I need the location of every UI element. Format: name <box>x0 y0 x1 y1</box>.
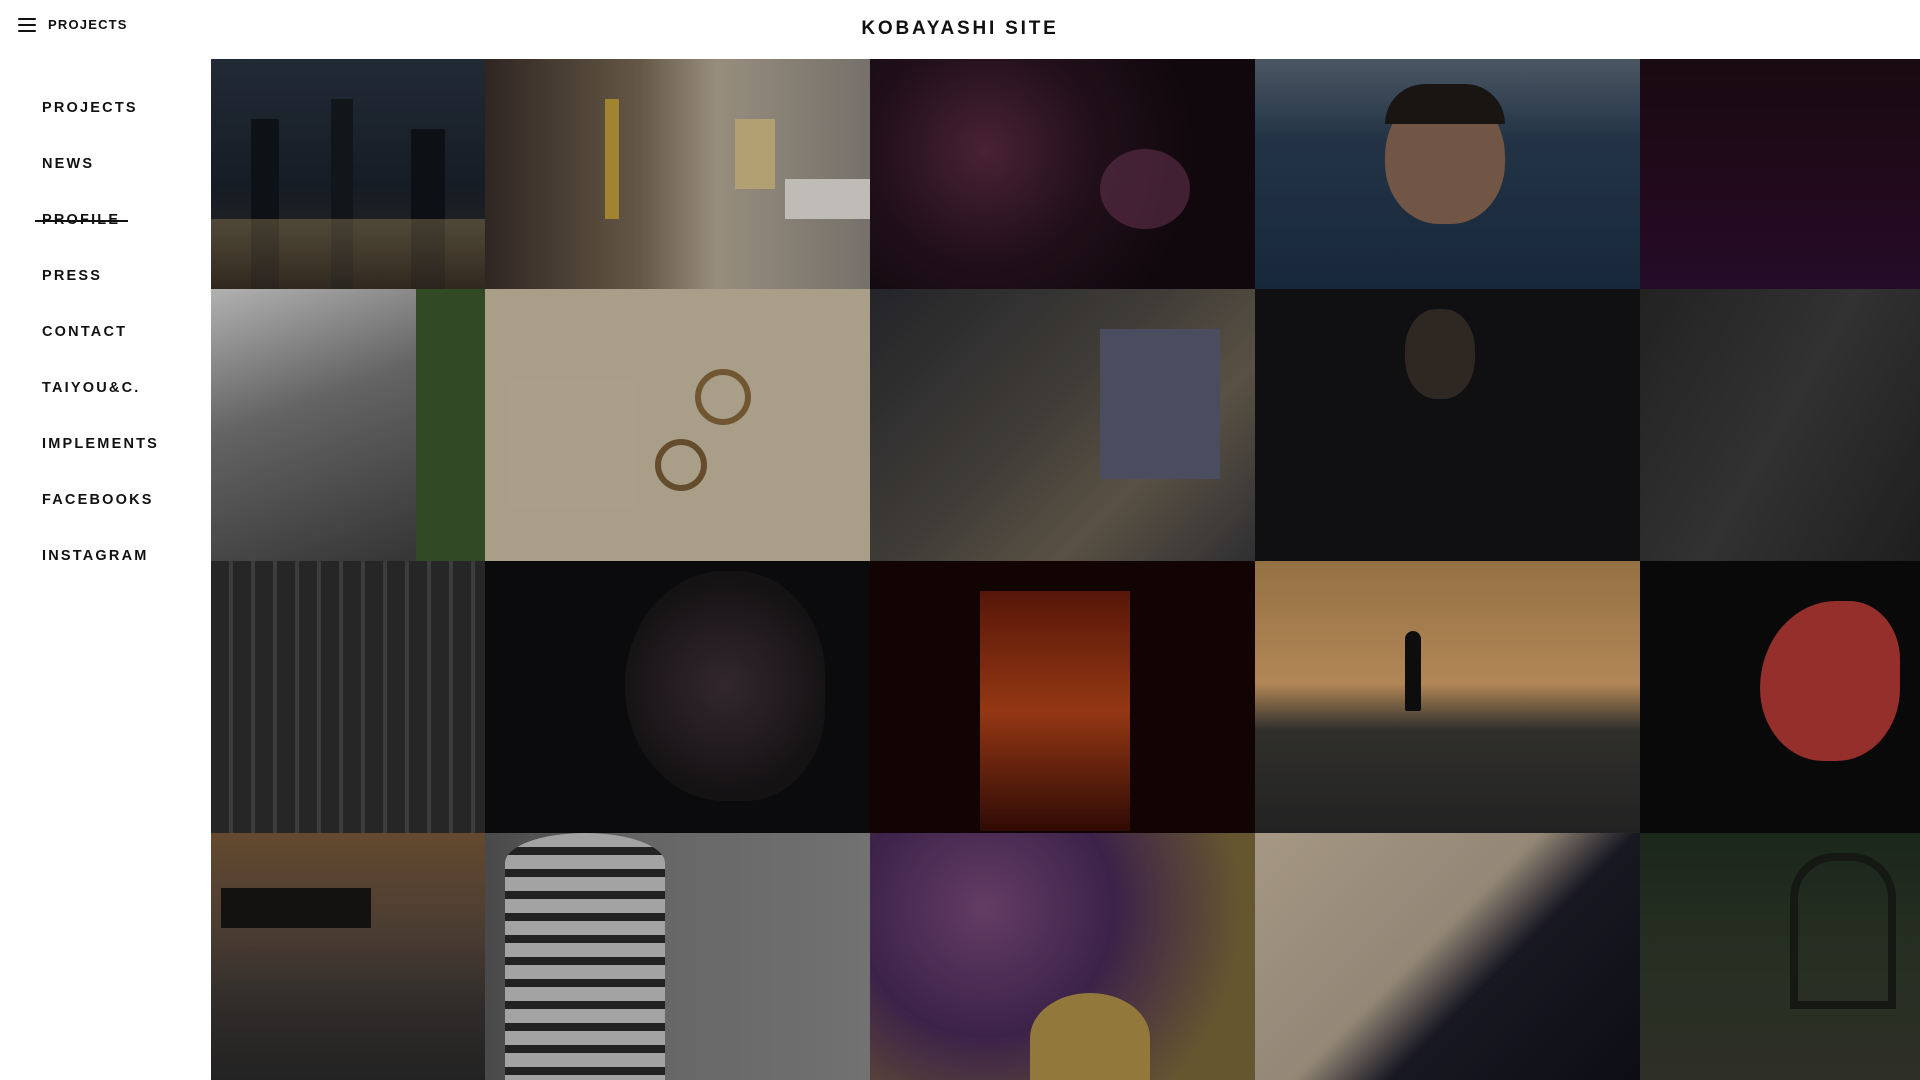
gallery-tile-face-water[interactable] <box>1255 59 1640 289</box>
gallery-tile-city-crossing[interactable] <box>870 289 1255 561</box>
gallery-tile-torii[interactable] <box>870 561 1255 833</box>
gallery-tile-purple-field[interactable] <box>870 833 1255 1080</box>
site-title[interactable]: KOBAYASHI SITE <box>0 18 1920 40</box>
sidebar-item-news[interactable]: NEWS <box>42 156 94 172</box>
gallery-tile-portrait[interactable] <box>1255 289 1640 561</box>
gallery-tile-pier[interactable] <box>211 833 485 1080</box>
gallery-tile-architecture[interactable] <box>211 289 485 561</box>
sidebar-item-instagram[interactable]: INSTAGRAM <box>42 548 149 564</box>
sidebar-item-press[interactable]: PRESS <box>42 268 102 284</box>
sidebar-item-contact[interactable]: CONTACT <box>42 324 127 340</box>
gallery-tile-rings[interactable] <box>485 289 870 561</box>
gallery-tile-night-city[interactable] <box>211 59 485 289</box>
sidebar-item-profile[interactable]: PROFILE <box>42 212 120 228</box>
gallery-tile-dark-flowers[interactable] <box>870 59 1255 289</box>
photo-gallery <box>211 59 1920 1080</box>
gallery-tile-round-tower[interactable] <box>485 833 870 1080</box>
gallery-tile-plants-chairs[interactable] <box>1640 833 1920 1080</box>
sidebar-item-projects[interactable]: PROJECTS <box>42 100 138 116</box>
sidebar-item-implements[interactable]: IMPLEMENTS <box>42 436 159 452</box>
gallery-tile-flamingo[interactable] <box>1640 561 1920 833</box>
gallery-tile-mesh[interactable] <box>485 561 870 833</box>
gallery-tile-purple[interactable] <box>1640 59 1920 289</box>
gallery-tile-street[interactable] <box>485 59 870 289</box>
sidebar-item-taiyou[interactable]: TAIYOU&C. <box>42 380 140 396</box>
sidebar-nav: PROJECTS NEWS PROFILE PRESS CONTACT TAIY… <box>0 58 211 1080</box>
gallery-tile-facade[interactable] <box>211 561 485 833</box>
sidebar-item-facebooks[interactable]: FACEBOOKS <box>42 492 154 508</box>
top-bar: PROJECTS KOBAYASHI SITE <box>0 0 1920 58</box>
gallery-tile-folded-paper[interactable] <box>1255 833 1640 1080</box>
gallery-tile-dark-abstract[interactable] <box>1640 289 1920 561</box>
gallery-tile-sunset-silhouette[interactable] <box>1255 561 1640 833</box>
